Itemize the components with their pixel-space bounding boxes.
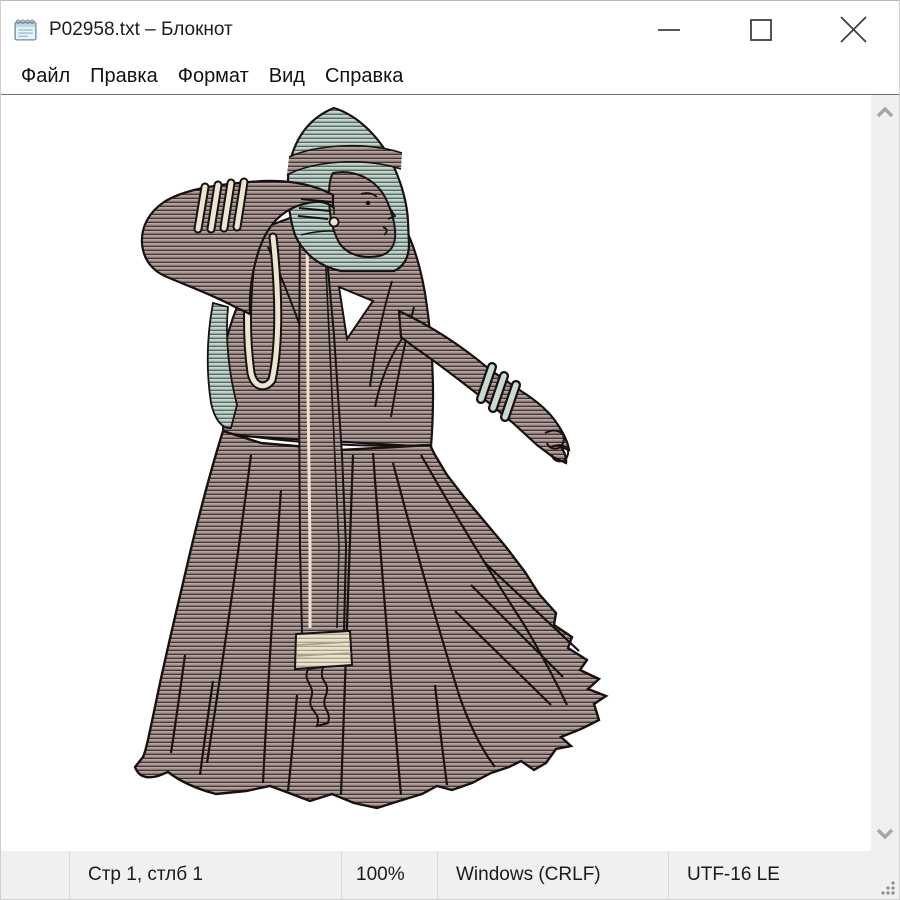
- statusbar: Стр 1, стлб 1 100% Windows (CRLF) UTF-16…: [1, 851, 899, 899]
- tassel-wrap: [295, 631, 352, 669]
- status-line-ending: Windows (CRLF): [437, 851, 668, 899]
- artwork-dancer-figure: [1, 95, 871, 851]
- scroll-down-button[interactable]: [871, 817, 899, 851]
- earring: [330, 218, 339, 227]
- status-encoding: UTF-16 LE: [668, 851, 899, 899]
- menu-edit[interactable]: Правка: [80, 62, 168, 91]
- menu-help[interactable]: Справка: [315, 62, 413, 91]
- notepad-icon: [12, 16, 39, 43]
- vertical-scrollbar[interactable]: [871, 95, 899, 851]
- resize-grip[interactable]: [878, 878, 896, 896]
- maximize-button[interactable]: [715, 1, 807, 58]
- maximize-icon: [749, 18, 773, 42]
- window-controls: [623, 1, 899, 58]
- edit-area[interactable]: [1, 94, 899, 851]
- titlebar: P02958.txt – Блокнот: [1, 1, 899, 58]
- notepad-window: P02958.txt – Блокнот Файл Правка Формат …: [0, 0, 900, 900]
- close-button[interactable]: [807, 1, 899, 58]
- menu-format[interactable]: Формат: [168, 62, 259, 91]
- window-title: P02958.txt – Блокнот: [49, 19, 233, 41]
- menu-file[interactable]: Файл: [11, 62, 80, 91]
- scroll-up-button[interactable]: [871, 95, 899, 129]
- chevron-up-icon: [876, 106, 894, 118]
- menu-view[interactable]: Вид: [259, 62, 315, 91]
- minimize-button[interactable]: [623, 1, 715, 58]
- minimize-icon: [657, 18, 681, 42]
- status-zoom-level: 100%: [341, 851, 437, 899]
- close-icon: [840, 16, 867, 43]
- skirt: [135, 431, 606, 808]
- status-cursor-position: Стр 1, стлб 1: [69, 851, 341, 899]
- menubar: Файл Правка Формат Вид Справка: [1, 58, 899, 94]
- status-spacer: [1, 851, 69, 899]
- chevron-down-icon: [876, 828, 894, 840]
